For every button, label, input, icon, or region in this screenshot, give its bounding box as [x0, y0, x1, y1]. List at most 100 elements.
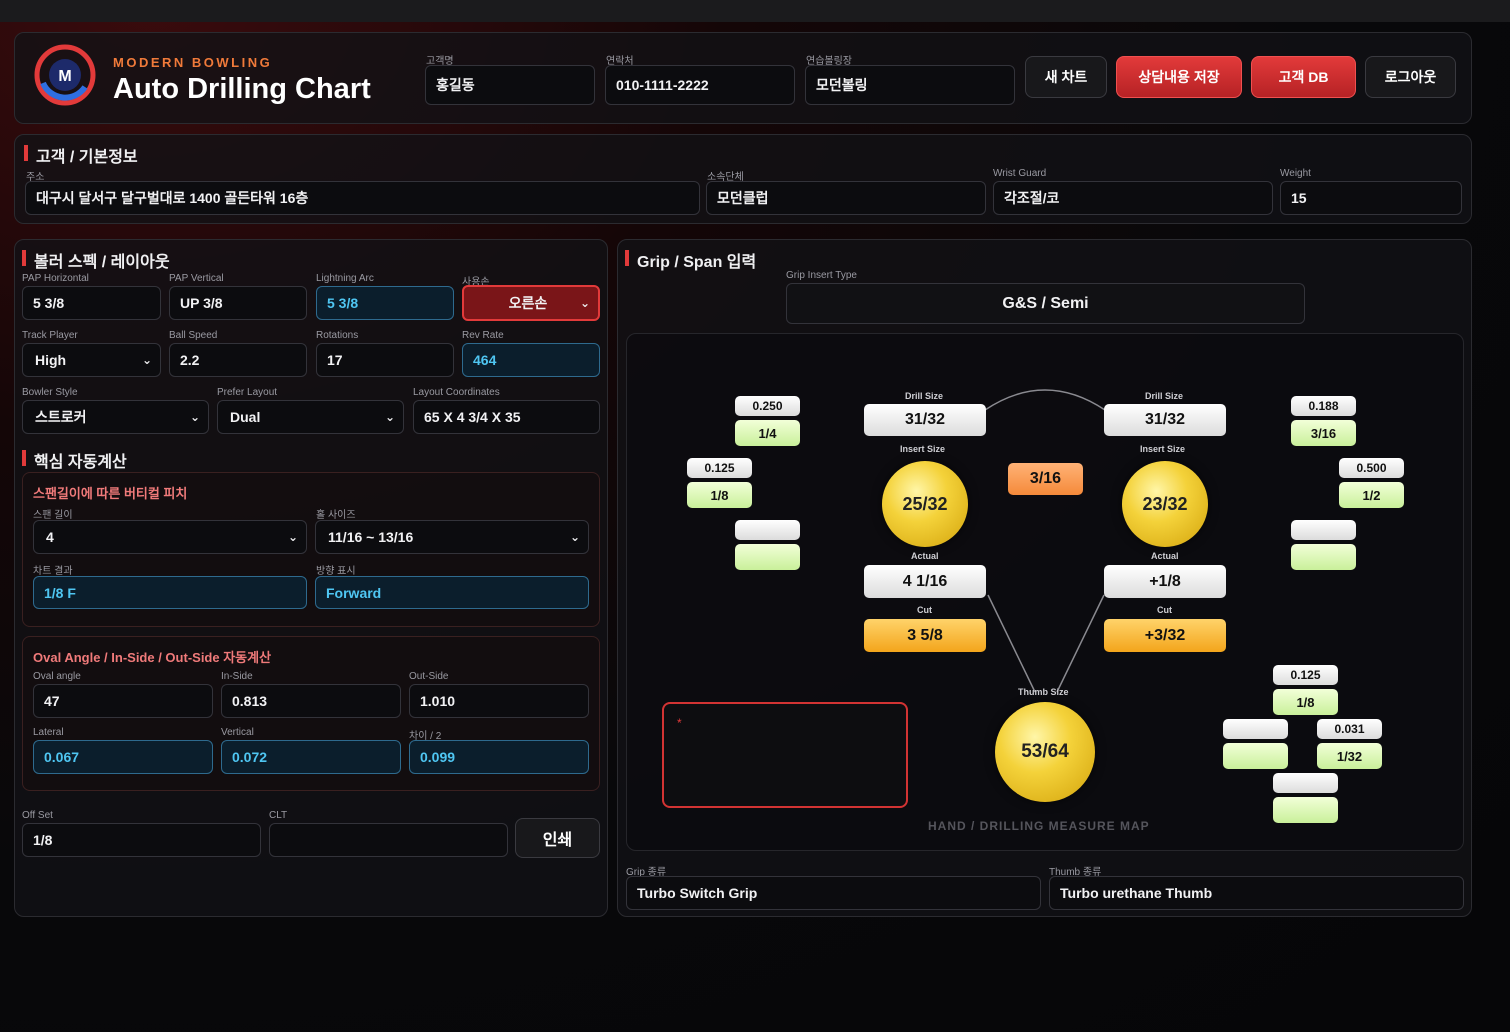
grip-kind-input[interactable]: Turbo Switch Grip — [626, 876, 1041, 910]
pitch-chip-top[interactable] — [735, 520, 800, 540]
thumb-pitch-chip-bottom[interactable] — [1223, 743, 1288, 769]
svg-text:M: M — [58, 68, 71, 85]
coords-input[interactable]: 65 X 4 3/4 X 35 — [413, 400, 600, 434]
alley-input[interactable]: 모던볼링 — [805, 65, 1015, 105]
rev-output: 464 — [462, 343, 600, 377]
clt-input[interactable] — [269, 823, 508, 857]
thumb-size-label: Thumb Size — [1018, 687, 1069, 697]
pitch-chip-bottom[interactable]: 1/8 — [687, 482, 752, 508]
chevron-down-icon: ⌄ — [141, 353, 152, 367]
spec-title: 볼러 스펙 / 레이아웃 — [22, 248, 170, 272]
hand-select[interactable]: 오른손 ⌄ — [462, 285, 600, 321]
left-insert-label: Insert Size — [900, 444, 946, 454]
arc-label: Lightning Arc — [316, 273, 374, 284]
address-input[interactable]: 대구시 달서구 달구벌대로 1400 골든타워 16층 — [25, 181, 700, 215]
pap-h-input[interactable]: 5 3/8 — [22, 286, 161, 320]
logo-icon: M — [33, 43, 97, 107]
group-input[interactable]: 모던클럽 — [706, 181, 986, 215]
speed-label: Ball Speed — [169, 330, 218, 341]
map-caption: HAND / DRILLING MEASURE MAP — [928, 819, 1150, 833]
rot-input[interactable]: 17 — [316, 343, 454, 377]
outside-input[interactable]: 1.010 — [409, 684, 589, 718]
pitch-chip-top[interactable]: 0.500 — [1339, 458, 1404, 478]
hole-select[interactable]: 11/16 ~ 13/16 ⌄ — [315, 520, 589, 554]
chevron-down-icon: ⌄ — [287, 530, 298, 544]
pitch-chip-top[interactable]: 0.125 — [687, 458, 752, 478]
thumb-pitch-chip-bottom[interactable] — [1273, 797, 1338, 823]
thumb-kind-input[interactable]: Turbo urethane Thumb — [1049, 876, 1464, 910]
layout-select[interactable]: Dual ⌄ — [217, 400, 404, 434]
right-insert-ball[interactable]: 23/32 — [1122, 461, 1208, 547]
right-actual[interactable]: +1/8 — [1104, 565, 1226, 598]
lateral-label: Lateral — [33, 727, 64, 738]
pap-v-input[interactable]: UP 3/8 — [169, 286, 307, 320]
pitch-chip-bottom[interactable]: 1/4 — [735, 420, 800, 446]
dir-label: 방향 표시 — [316, 566, 356, 577]
pitch-chip-top[interactable]: 0.250 — [735, 396, 800, 416]
offset-input[interactable]: 1/8 — [22, 823, 261, 857]
pitch-chip-top[interactable]: 0.188 — [1291, 396, 1356, 416]
span-select[interactable]: 4 ⌄ — [33, 520, 307, 554]
customer-db-button[interactable]: 고객 DB — [1251, 56, 1356, 98]
hand-select-value: 오른손 — [508, 295, 548, 311]
hole-label: 홀 사이즈 — [316, 510, 356, 521]
pitch-chip-top[interactable] — [1291, 520, 1356, 540]
right-cut[interactable]: +3/32 — [1104, 619, 1226, 652]
lateral-output: 0.067 — [33, 740, 213, 774]
thumb-pitch-chip-top[interactable]: 0.031 — [1317, 719, 1382, 739]
phone-input[interactable]: 010-1111-2222 — [605, 65, 795, 105]
oval-angle-input[interactable]: 47 — [33, 684, 213, 718]
result-output: 1/8 F — [33, 576, 307, 609]
style-select[interactable]: 스트로커 ⌄ — [22, 400, 209, 434]
left-actual[interactable]: 4 1/16 — [864, 565, 986, 598]
thumb-ball[interactable]: 53/64 — [995, 702, 1095, 802]
vertical-output: 0.072 — [221, 740, 401, 774]
left-drill-size[interactable]: 31/32 — [864, 404, 986, 436]
notes-box[interactable]: * — [662, 702, 908, 808]
thumb-pitch-chip-top[interactable] — [1223, 719, 1288, 739]
print-button[interactable]: 인쇄 — [515, 818, 600, 858]
thumb-pitch-chip-top[interactable] — [1273, 773, 1338, 793]
rot-label: Rotations — [316, 330, 359, 341]
thumb-pitch-chip-top[interactable]: 0.125 — [1273, 665, 1338, 685]
chevron-down-icon: ⌄ — [569, 530, 580, 544]
span-center[interactable]: 3/16 — [1008, 463, 1083, 495]
left-cut[interactable]: 3 5/8 — [864, 619, 986, 652]
pitch-chip-bottom[interactable]: 3/16 — [1291, 420, 1356, 446]
left-drill-label: Drill Size — [905, 391, 944, 401]
pitch-chip-bottom[interactable] — [735, 544, 800, 570]
track-select[interactable]: High ⌄ — [22, 343, 161, 377]
coords-label: Layout Coordinates — [413, 387, 500, 398]
chevron-down-icon: ⌄ — [384, 410, 395, 424]
basic-info-title: 고객 / 기본정보 — [24, 143, 138, 167]
inside-input[interactable]: 0.813 — [221, 684, 401, 718]
insert-type-select[interactable]: G&S / Semi — [786, 283, 1305, 324]
chevron-down-icon: ⌄ — [579, 296, 590, 310]
notes-marker: * — [677, 716, 682, 730]
brand-title: Auto Drilling Chart — [113, 73, 371, 105]
left-insert-ball[interactable]: 25/32 — [882, 461, 968, 547]
layout-select-value: Dual — [230, 409, 261, 425]
diff-output: 0.099 — [409, 740, 589, 774]
weight-input[interactable]: 15 — [1280, 181, 1462, 215]
right-actual-label: Actual — [1151, 551, 1179, 561]
outside-label: Out-Side — [409, 671, 449, 682]
logout-button[interactable]: 로그아웃 — [1365, 56, 1456, 98]
thumb-pitch-chip-bottom[interactable]: 1/32 — [1317, 743, 1382, 769]
right-drill-size[interactable]: 31/32 — [1104, 404, 1226, 436]
wrist-guard-label: Wrist Guard — [993, 168, 1047, 179]
pitch-chip-bottom[interactable] — [1291, 544, 1356, 570]
customer-name-input[interactable]: 홍길동 — [425, 65, 595, 105]
calc-title: 핵심 자동계산 — [22, 448, 127, 472]
save-consult-button[interactable]: 상담내용 저장 — [1116, 56, 1242, 98]
pitch-title: 스팬길이에 따른 버티컬 피치 — [33, 486, 188, 501]
wrist-guard-input[interactable]: 각조절/코 — [993, 181, 1273, 215]
thumb-pitch-chip-bottom[interactable]: 1/8 — [1273, 689, 1338, 715]
chevron-down-icon: ⌄ — [189, 410, 200, 424]
style-label: Bowler Style — [22, 387, 78, 398]
new-chart-button[interactable]: 새 차트 — [1025, 56, 1107, 98]
pitch-chip-bottom[interactable]: 1/2 — [1339, 482, 1404, 508]
track-label: Track Player — [22, 330, 78, 341]
right-insert-label: Insert Size — [1140, 444, 1186, 454]
speed-input[interactable]: 2.2 — [169, 343, 307, 377]
